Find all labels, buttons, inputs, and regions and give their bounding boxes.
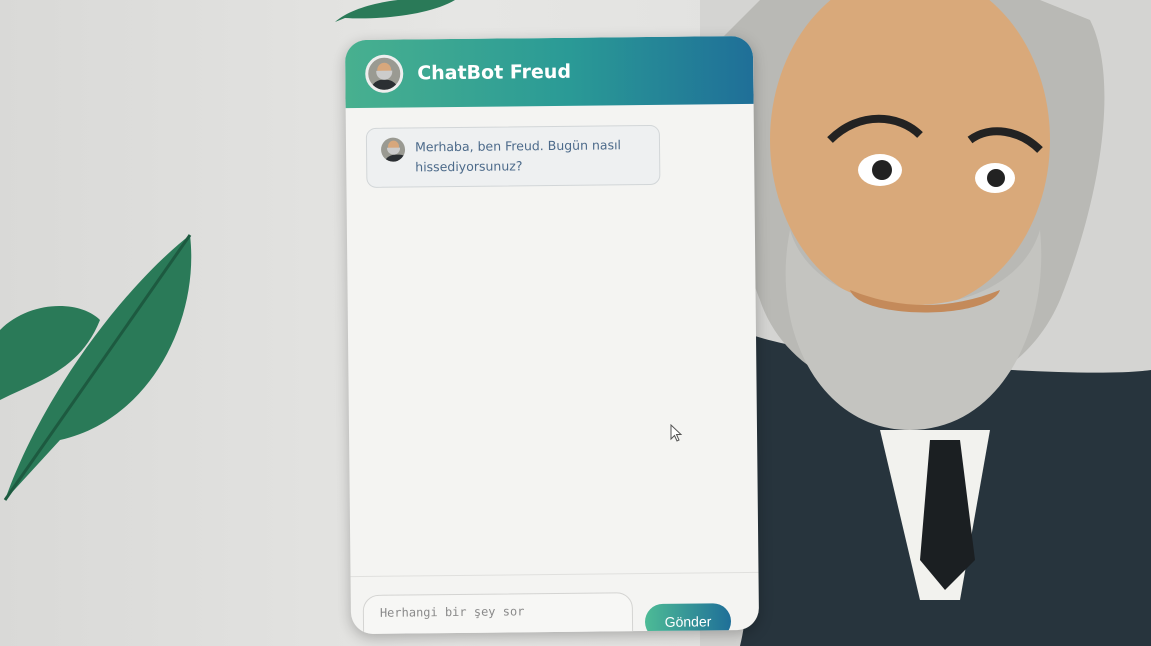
leaf-icon [0,234,192,501]
chat-header: ChatBot Freud [344,35,754,109]
message-list: Merhaba, ben Freud. Bugün nasıl hissediy… [346,104,759,576]
leaf-top-icon [335,0,455,22]
freud-avatar [365,54,404,93]
freud-illustration [700,0,1151,646]
message-input[interactable] [362,592,634,635]
bot-message: Merhaba, ben Freud. Bugün nasıl hissediy… [365,124,661,188]
message-text: Merhaba, ben Freud. Bugün nasıl hissediy… [414,137,622,175]
chat-title: ChatBot Freud [417,60,572,85]
chat-window: ChatBot Freud Merhaba, ben Freud. Bugün … [344,35,760,635]
mouse-cursor-icon [670,424,683,442]
bot-avatar [380,137,406,162]
send-button[interactable]: Gönder [644,603,732,635]
chat-footer: Gönder [350,571,760,635]
